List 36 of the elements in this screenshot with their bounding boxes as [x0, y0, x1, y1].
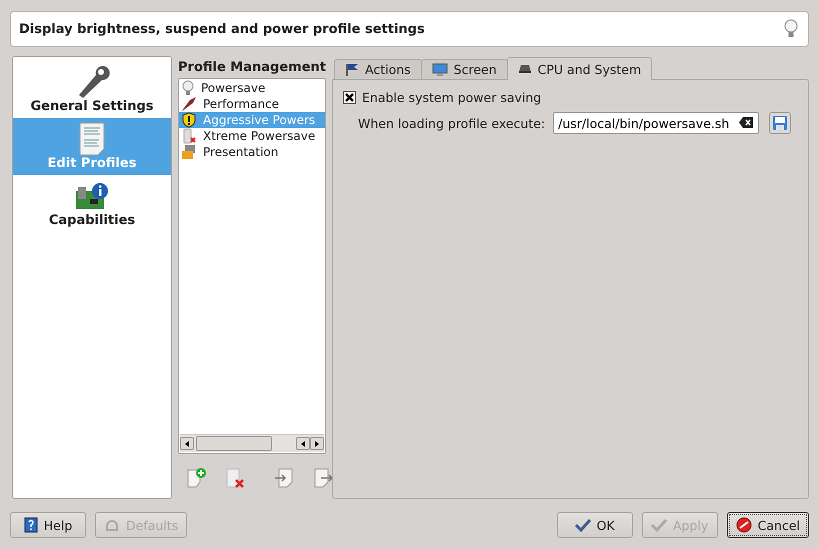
rocket-icon	[181, 96, 197, 112]
profile-item[interactable]: Performance	[179, 96, 325, 112]
tab[interactable]: CPU and System	[506, 57, 652, 80]
cancel-icon	[736, 517, 752, 533]
sidebar-item[interactable]: Capabilities	[13, 175, 171, 232]
checkmark-icon	[650, 518, 667, 532]
battery-icon	[181, 128, 197, 144]
section-title: Profile Management	[178, 60, 326, 75]
dialog-button[interactable]: Help	[10, 512, 86, 538]
projector-icon	[181, 144, 197, 160]
horizontal-scrollbar[interactable]	[180, 434, 324, 452]
tab[interactable]: Actions	[334, 59, 422, 79]
light-bulb-icon	[181, 80, 195, 96]
shield-warning-icon	[181, 112, 197, 128]
checkbox[interactable]	[343, 91, 356, 104]
profile-item[interactable]: Xtreme Powersave	[179, 128, 325, 144]
checkbox-label: Enable system power saving	[362, 90, 542, 105]
help-book-icon	[24, 517, 38, 533]
flag-icon	[345, 62, 359, 76]
command-field[interactable]: /usr/local/bin/powersave.sh	[553, 112, 760, 134]
monitor-icon	[432, 62, 448, 76]
page-description: Display brightness, suspend and power profile settings	[19, 22, 425, 36]
save-button[interactable]	[769, 112, 792, 134]
profile-item[interactable]: Presentation	[179, 144, 325, 160]
tab[interactable]: Screen	[420, 59, 508, 79]
hard-drive-icon	[518, 64, 532, 74]
dialog-button[interactable]: OK	[556, 512, 633, 538]
checkmark-icon	[574, 518, 591, 532]
dialog-button[interactable]: Cancel	[726, 512, 809, 538]
field-label: When loading profile execute:	[358, 116, 546, 130]
sidebar-item[interactable]: General Settings	[13, 61, 171, 118]
undo-icon	[104, 518, 120, 532]
document-icon	[77, 122, 107, 156]
clear-field-icon[interactable]	[739, 117, 754, 128]
light-bulb-icon	[784, 19, 798, 39]
profile-item[interactable]: Powersave	[179, 80, 325, 96]
